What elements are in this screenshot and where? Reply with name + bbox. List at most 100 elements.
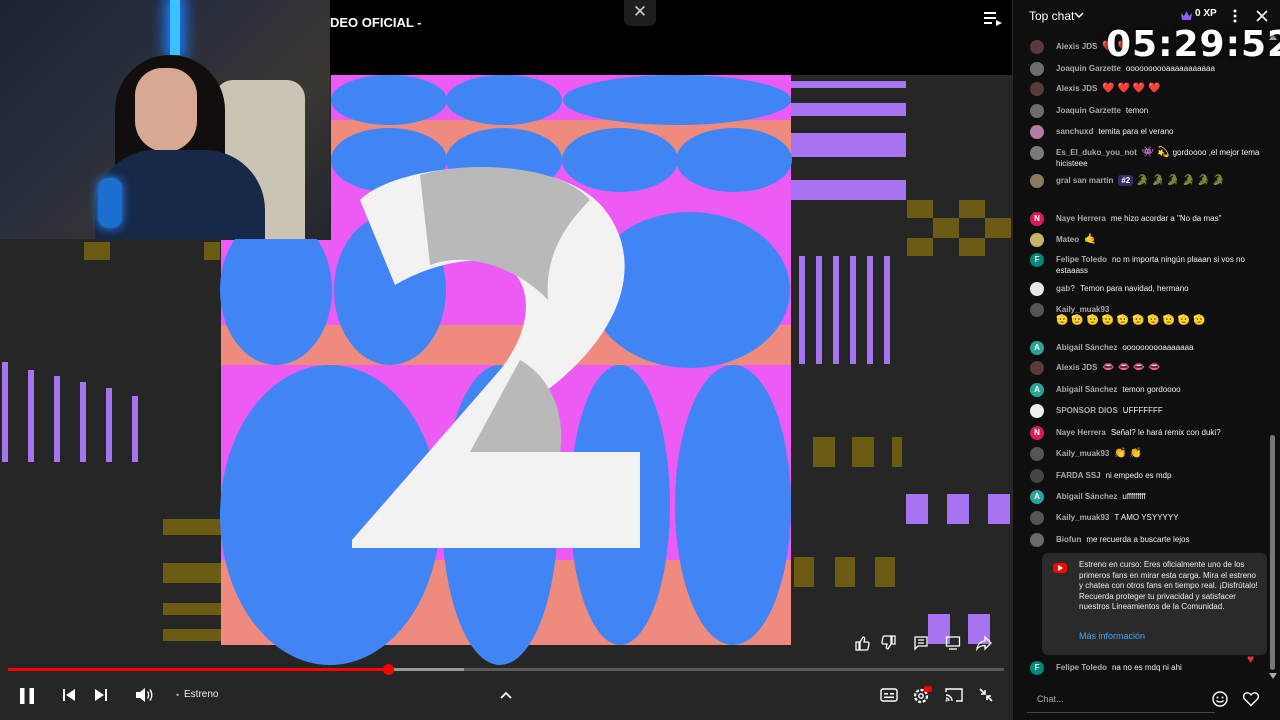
chat-author[interactable]: Felipe Toledo — [1056, 255, 1107, 264]
avatar[interactable] — [1030, 174, 1044, 188]
avatar[interactable]: F — [1030, 661, 1044, 675]
avatar[interactable]: N — [1030, 212, 1044, 226]
avatar[interactable]: N — [1030, 426, 1044, 440]
chevron-down-icon[interactable] — [1074, 11, 1084, 19]
chat-text: Señal? le hará remix con duki? — [1110, 428, 1221, 437]
chat-mode-selector[interactable]: Top chat — [1029, 9, 1074, 23]
chat-author[interactable]: Kaily_muak93 — [1056, 449, 1109, 458]
chat-author[interactable]: Naye Herrera — [1056, 214, 1106, 223]
chat-text: temon gordoooo — [1122, 385, 1181, 394]
right-decor — [791, 81, 1011, 644]
settings-icon[interactable] — [910, 684, 934, 706]
chat-text: na no es mdq ni ahi — [1111, 663, 1182, 672]
avatar[interactable] — [1030, 62, 1044, 76]
chat-message-content: Naye Herrera Señal? le hará remix con duk… — [1056, 427, 1266, 438]
live-chat-panel: Top chat 0 XP Alexis JDS ❤️ ❤️ Joaquin Gar… — [1012, 0, 1280, 720]
avatar[interactable] — [1030, 104, 1044, 118]
emoji-icon[interactable] — [1211, 690, 1229, 708]
chat-message-content: FARDA SSJ ni empedo es mdp — [1056, 470, 1266, 481]
share-icon[interactable] — [973, 632, 995, 654]
avatar[interactable] — [1030, 146, 1044, 160]
chat-author[interactable]: Joaquin Garzette — [1056, 64, 1121, 73]
chat-message-content: Es_El_duko_you_not 👾 💫 gordoooo ,el mejor … — [1056, 147, 1266, 169]
avatar[interactable]: A — [1030, 490, 1044, 504]
chat-author[interactable]: Kaily_muak93 — [1056, 513, 1109, 522]
chat-text: temon — [1125, 106, 1149, 115]
avatar[interactable]: A — [1030, 383, 1044, 397]
chat-icon[interactable] — [942, 632, 964, 654]
scroll-down-icon[interactable] — [1269, 673, 1277, 679]
chat-author[interactable]: SPONSOR DIOS — [1056, 406, 1118, 415]
like-icon[interactable] — [851, 632, 873, 654]
comment-icon[interactable] — [910, 632, 932, 654]
avatar[interactable] — [1030, 282, 1044, 296]
avatar[interactable] — [1030, 511, 1044, 525]
chat-author[interactable]: Abigail Sánchez — [1056, 492, 1117, 501]
chat-author[interactable]: gral san martin — [1056, 176, 1113, 185]
xp-badge[interactable]: 0 XP — [1195, 8, 1217, 19]
close-chat-icon[interactable] — [1255, 9, 1269, 23]
chat-emoji: 🤙 — [1084, 234, 1097, 245]
avatar[interactable] — [1030, 125, 1044, 139]
avatar[interactable] — [1030, 447, 1044, 461]
close-icon[interactable]: ✕ — [624, 0, 656, 26]
chat-emoji: 🫡 🫡 🫡 🫡 🫡 🫡 🫡 🫡 🫡 🫡 — [1056, 315, 1206, 326]
chat-emoji: ❤️ ❤️ ❤️ ❤️ — [1102, 83, 1161, 94]
chat-author[interactable]: Felipe Toledo — [1056, 663, 1107, 672]
progress-bar[interactable] — [8, 664, 1004, 675]
avatar[interactable] — [1030, 404, 1044, 418]
chat-author[interactable]: Kaily_muak93 — [1056, 305, 1109, 314]
chat-emoji: 👄 👄 👄 👄 — [1102, 362, 1161, 373]
captions-icon[interactable] — [878, 686, 900, 704]
avatar[interactable]: A — [1030, 341, 1044, 355]
heart-icon[interactable] — [1242, 690, 1260, 708]
avatar[interactable] — [1030, 40, 1044, 54]
chat-author[interactable]: Abigail Sánchez — [1056, 343, 1117, 352]
queue-icon[interactable] — [984, 10, 1002, 26]
notice-text: Estreno en curso: Eres oficialmente uno … — [1079, 560, 1258, 612]
avatar[interactable]: F — [1030, 253, 1044, 267]
chat-author[interactable]: Alexis JDS — [1056, 363, 1097, 372]
avatar[interactable] — [1030, 233, 1044, 247]
next-icon[interactable] — [92, 686, 110, 704]
more-info-link[interactable]: Más información — [1079, 631, 1145, 641]
chat-author[interactable]: FARDA SSJ — [1056, 471, 1101, 480]
chat-input[interactable]: Chat... — [1027, 687, 1215, 713]
avatar[interactable] — [1030, 533, 1044, 547]
avatar[interactable] — [1030, 469, 1044, 483]
avatar[interactable] — [1030, 82, 1044, 96]
youtube-icon — [1053, 563, 1067, 573]
video-title: DEO OFICIAL - — [330, 15, 422, 30]
chat-author[interactable]: Abigail Sánchez — [1056, 385, 1117, 394]
chat-author[interactable]: gab? — [1056, 284, 1075, 293]
chat-message-content: SPONSOR DIOS UFFFFFFF — [1056, 405, 1266, 416]
chat-author[interactable]: Alexis JDS — [1056, 84, 1097, 93]
video-player[interactable]: DEO OFICIAL - ✕ • Estreno — [0, 0, 1012, 720]
chat-author[interactable]: Joaquin Garzette — [1056, 106, 1121, 115]
chat-message-content: gab? Temon para navidad, hermano — [1056, 283, 1266, 294]
premiere-label: Estreno — [184, 689, 219, 700]
chat-message-content: Joaquin Garzette temon — [1056, 105, 1266, 116]
avatar[interactable] — [1030, 361, 1044, 375]
volume-icon[interactable] — [134, 685, 154, 705]
cast-icon[interactable] — [943, 686, 965, 704]
chat-author[interactable]: Es_El_duko_you_not — [1056, 148, 1137, 157]
stream-timer: 05:29:52 — [1106, 24, 1280, 65]
chat-text: temita para el verano — [1098, 127, 1174, 136]
chat-scrollbar[interactable] — [1270, 435, 1275, 670]
chat-text: oooooooooaaaaaaaaaaa — [1125, 64, 1215, 73]
chat-message-content: Felipe Toledo no m importa ningún plaaan … — [1056, 254, 1266, 276]
chat-author[interactable]: Naye Herrera — [1056, 428, 1106, 437]
avatar[interactable] — [1030, 303, 1044, 317]
chat-author[interactable]: Biofun — [1056, 535, 1081, 544]
chat-author[interactable]: Mateo — [1056, 235, 1079, 244]
pause-icon[interactable] — [14, 684, 40, 708]
chat-author[interactable]: Alexis JDS — [1056, 42, 1097, 51]
exit-fullscreen-icon[interactable] — [976, 686, 996, 704]
chat-author[interactable]: sanchuxd — [1056, 127, 1093, 136]
chat-message-content: Kaily_muak93 👏 👏 — [1056, 448, 1266, 459]
kebab-icon[interactable] — [1231, 9, 1239, 23]
previous-icon[interactable] — [60, 686, 78, 704]
chevron-up-icon[interactable] — [497, 688, 515, 702]
dislike-icon[interactable] — [878, 632, 900, 654]
